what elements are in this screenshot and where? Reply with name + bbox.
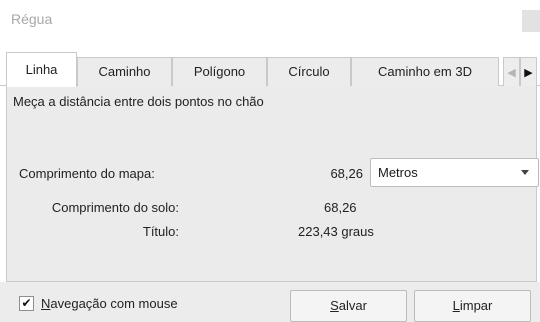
ground-length-value: 68,26 [324, 200, 357, 215]
footer-bar: ✔ Navegação com mouse Salvar Limpar [0, 282, 540, 322]
title-bar: Régua [0, 0, 540, 40]
measurement-panel: Meça a distância entre dois pontos no ch… [6, 86, 539, 282]
window-title: Régua [11, 11, 53, 27]
map-length-value: 68,26 [330, 166, 363, 181]
window-control-button[interactable] [522, 10, 540, 32]
mouse-navigation-label[interactable]: Navegação com mouse [41, 296, 178, 311]
save-button[interactable]: Salvar [290, 290, 407, 322]
tab-poligono[interactable]: Polígono [172, 57, 267, 86]
mouse-navigation-mnemonic: N [41, 296, 51, 311]
tab-circulo[interactable]: Círculo [267, 57, 351, 86]
chevron-right-icon[interactable]: ▶ [520, 57, 537, 86]
mouse-navigation-label-text: avegação com mouse [50, 296, 178, 311]
map-length-label: Comprimento do mapa: [19, 166, 155, 181]
clear-mnemonic: L [452, 298, 460, 313]
unit-select-value: Metros [378, 165, 418, 180]
tab-linha[interactable]: Linha [6, 52, 77, 87]
ground-length-label: Comprimento do solo: [51, 200, 179, 215]
save-label: alvar [338, 298, 367, 313]
chevron-left-icon[interactable]: ◀ [503, 57, 520, 86]
clear-label: impar [459, 298, 493, 313]
heading-value: 223,43 graus [298, 224, 374, 239]
clear-button[interactable]: Limpar [414, 290, 531, 322]
chevron-down-icon [521, 170, 529, 175]
mouse-navigation-checkbox[interactable]: ✔ [19, 296, 34, 311]
unit-select[interactable]: Metros [370, 158, 539, 187]
save-mnemonic: S [330, 298, 339, 313]
description-text: Meça a distância entre dois pontos no ch… [13, 94, 264, 109]
tab-caminho-3d[interactable]: Caminho em 3D [351, 57, 499, 86]
heading-label: Título: [142, 224, 179, 239]
tab-caminho[interactable]: Caminho [77, 57, 172, 86]
tab-bar: Linha Caminho Polígono Círculo Caminho e… [0, 52, 540, 87]
